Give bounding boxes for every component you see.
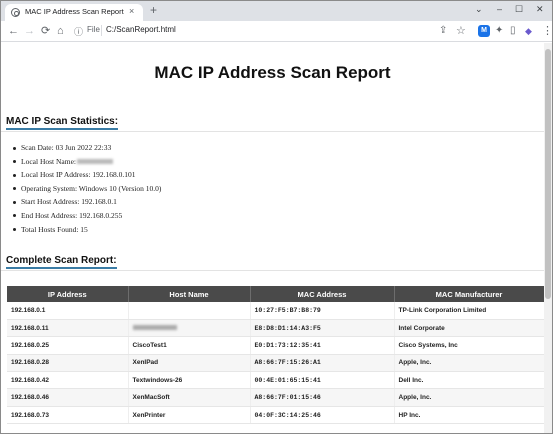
cell-mac: A8:66:7F:01:15:46 bbox=[250, 388, 395, 407]
cell-ip: 192.168.0.42 bbox=[7, 371, 129, 390]
column-header-ip[interactable]: IP Address bbox=[7, 286, 129, 302]
table-row: 192.168.0.1 10:27:F5:B7:B8:79 TP-Link Co… bbox=[7, 302, 544, 320]
stats-divider bbox=[1, 131, 544, 132]
table-row: 192.168.0.28 XenIPad A8:66:7F:15:26:A1 A… bbox=[7, 354, 544, 373]
home-icon[interactable]: ⌂ bbox=[57, 24, 64, 38]
tab-scan-report[interactable]: MAC IP Address Scan Report × bbox=[5, 4, 143, 21]
minimize-button[interactable]: – bbox=[497, 3, 502, 15]
table-row: 192.168.0.11 E8:D8:D1:14:A3:F5 Intel Cor… bbox=[7, 319, 544, 338]
cell-manufacturer: Cisco Systems, Inc bbox=[394, 336, 544, 355]
cell-ip: 192.168.0.28 bbox=[7, 354, 129, 373]
table-header-row: IP Address Host Name MAC Address MAC Man… bbox=[7, 286, 544, 302]
cell-mac: 00:4E:01:65:15:41 bbox=[250, 371, 395, 390]
stats-list: Scan Date: 03 Jun 2022 22:33 Local Host … bbox=[12, 141, 161, 237]
share-icon[interactable]: ⇪ bbox=[439, 24, 447, 38]
table-heading: Complete Scan Report: bbox=[6, 255, 117, 269]
address-divider bbox=[101, 25, 102, 36]
scrollbar-thumb[interactable] bbox=[545, 49, 551, 299]
cell-host bbox=[128, 319, 251, 338]
stats-heading: MAC IP Scan Statistics: bbox=[6, 116, 119, 130]
stat-scan-date: Scan Date: 03 Jun 2022 22:33 bbox=[12, 141, 161, 155]
info-icon[interactable]: ⓘ bbox=[74, 25, 83, 39]
cell-ip: 192.168.0.46 bbox=[7, 388, 129, 407]
menu-dots-icon[interactable]: ⋮ bbox=[542, 24, 552, 38]
window-close-button[interactable]: ✕ bbox=[536, 3, 544, 15]
table-row: 192.168.0.25 CiscoTest1 E0:D1:73:12:35:4… bbox=[7, 336, 544, 355]
reload-icon[interactable]: ⟳ bbox=[41, 24, 50, 38]
extensions-puzzle-icon[interactable]: ✦ bbox=[495, 24, 503, 38]
table-row: 192.168.0.73 XenPrinter 04:0F:3C:14:25:4… bbox=[7, 406, 544, 425]
cell-ip: 192.168.0.1 bbox=[7, 302, 129, 320]
gem-extension-icon[interactable]: ◆ bbox=[525, 24, 532, 38]
column-header-host[interactable]: Host Name bbox=[128, 286, 251, 302]
stat-start-host: Start Host Address: 192.168.0.1 bbox=[12, 195, 161, 209]
browser-window: MAC IP Address Scan Report × + ⌄ – ☐ ✕ ←… bbox=[0, 0, 553, 434]
cell-host: XenIPad bbox=[128, 354, 251, 373]
redacted-value bbox=[132, 325, 177, 331]
address-bar[interactable]: C:/ScanReport.html bbox=[106, 25, 176, 34]
close-icon[interactable]: × bbox=[129, 6, 134, 16]
cell-manufacturer: Apple, Inc. bbox=[394, 388, 544, 407]
cell-host: XenPrinter bbox=[128, 406, 251, 425]
table-divider bbox=[1, 270, 544, 271]
forward-arrow-icon[interactable]: → bbox=[24, 24, 35, 38]
stat-local-host-ip: Local Host IP Address: 192.168.0.101 bbox=[12, 168, 161, 182]
extension-badge-icon[interactable]: M bbox=[478, 25, 490, 37]
cell-host bbox=[128, 302, 251, 320]
browser-toolbar: ← → ⟳ ⌂ ⓘ File C:/ScanReport.html ⇪ ☆ M … bbox=[1, 21, 552, 42]
cell-ip: 192.168.0.11 bbox=[7, 319, 129, 338]
cell-ip: 192.168.0.25 bbox=[7, 336, 129, 355]
tab-strip: MAC IP Address Scan Report × + ⌄ – ☐ ✕ bbox=[1, 1, 552, 21]
column-header-mac[interactable]: MAC Address bbox=[250, 286, 395, 302]
cell-manufacturer: TP-Link Corporation Limited bbox=[394, 302, 544, 320]
cell-manufacturer: HP Inc. bbox=[394, 406, 544, 425]
bookmark-star-icon[interactable]: ☆ bbox=[456, 24, 466, 38]
table-row: 192.168.0.42 Textwindows-26 00:4E:01:65:… bbox=[7, 371, 544, 390]
scan-report-table: IP Address Host Name MAC Address MAC Man… bbox=[7, 286, 544, 425]
cell-host: XenMacSoft bbox=[128, 388, 251, 407]
stat-local-host-name: Local Host Name: bbox=[12, 155, 161, 169]
globe-icon bbox=[11, 8, 20, 17]
side-panel-icon[interactable]: ▯ bbox=[510, 24, 516, 38]
report-page: MAC IP Address Scan Report MAC IP Scan S… bbox=[1, 43, 544, 433]
page-scrollbar[interactable] bbox=[544, 43, 552, 433]
page-title: MAC IP Address Scan Report bbox=[154, 63, 391, 82]
stat-operating-system: Operating System: Windows 10 (Version 10… bbox=[12, 182, 161, 196]
cell-host: Textwindows-26 bbox=[128, 371, 251, 390]
cell-mac: E8:D8:D1:14:A3:F5 bbox=[250, 319, 395, 338]
cell-manufacturer: Apple, Inc. bbox=[394, 354, 544, 373]
cell-host: CiscoTest1 bbox=[128, 336, 251, 355]
cell-mac: 04:0F:3C:14:25:46 bbox=[250, 406, 395, 425]
back-arrow-icon[interactable]: ← bbox=[8, 24, 19, 38]
cell-mac: 10:27:F5:B7:B8:79 bbox=[250, 302, 395, 320]
cell-manufacturer: Intel Corporate bbox=[394, 319, 544, 338]
tab-title: MAC IP Address Scan Report bbox=[25, 7, 124, 16]
scheme-label: File bbox=[87, 25, 100, 34]
cell-mac: A8:66:7F:15:26:A1 bbox=[250, 354, 395, 373]
maximize-button[interactable]: ☐ bbox=[515, 3, 523, 15]
cell-manufacturer: Dell Inc. bbox=[394, 371, 544, 390]
redacted-value bbox=[76, 159, 113, 165]
stat-end-host: End Host Address: 192.168.0.255 bbox=[12, 209, 161, 223]
tab-search-chevron-icon[interactable]: ⌄ bbox=[475, 3, 483, 15]
column-header-manufacturer[interactable]: MAC Manufacturer bbox=[394, 286, 544, 302]
new-tab-button[interactable]: + bbox=[150, 4, 157, 16]
table-row: 192.168.0.46 XenMacSoft A8:66:7F:01:15:4… bbox=[7, 388, 544, 407]
cell-ip: 192.168.0.73 bbox=[7, 406, 129, 425]
cell-mac: E0:D1:73:12:35:41 bbox=[250, 336, 395, 355]
stat-total-hosts: Total Hosts Found: 15 bbox=[12, 223, 161, 237]
